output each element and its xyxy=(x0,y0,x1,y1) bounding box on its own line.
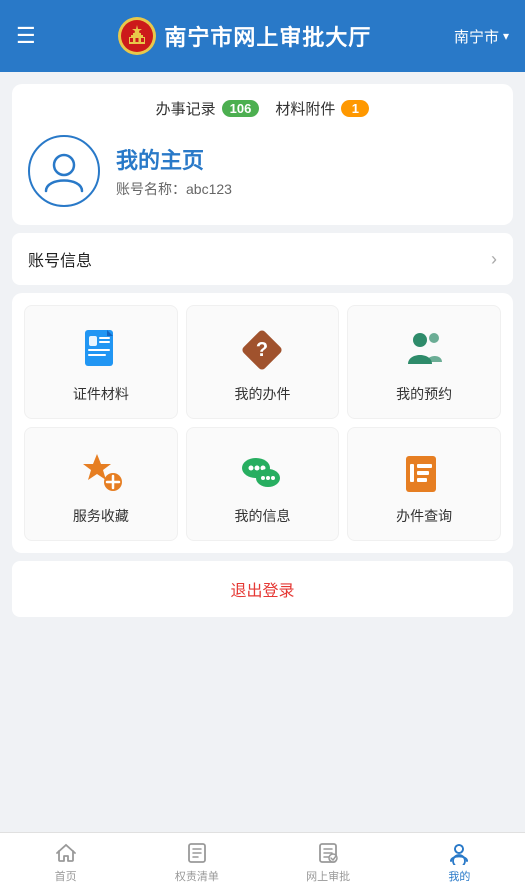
account-info-label: 账号信息 xyxy=(28,247,92,271)
favorites-icon xyxy=(75,446,127,498)
main-content: 办事记录 106 材料附件 1 我的主页 账号名称：abc123 xyxy=(0,72,525,832)
chevron-right-icon: › xyxy=(491,249,497,270)
logout-text: 退出登录 xyxy=(230,583,294,600)
national-emblem-icon xyxy=(118,17,156,55)
grid-item-favorites[interactable]: 服务收藏 xyxy=(24,427,178,541)
grid-item-myinfo[interactable]: 我的信息 xyxy=(186,427,340,541)
attachment-badge: 1 xyxy=(341,100,369,117)
query-icon xyxy=(398,446,450,498)
myinfo-icon xyxy=(236,446,288,498)
nav-label-online: 网上审批 xyxy=(306,868,350,884)
chevron-down-icon: ▾ xyxy=(503,29,509,43)
record-row: 办事记录 106 材料附件 1 xyxy=(28,98,497,119)
attachment-label: 材料附件 xyxy=(275,98,335,119)
nav-label-home: 首页 xyxy=(55,868,77,884)
grid-label-favorites: 服务收藏 xyxy=(73,506,129,526)
header-title-area: 南宁市网上审批大厅 xyxy=(118,17,371,55)
online-review-icon xyxy=(316,841,340,865)
affairs-badge: 106 xyxy=(222,100,260,117)
grid-label-myinfo: 我的信息 xyxy=(234,506,290,526)
grid-label-reservation: 我的预约 xyxy=(396,384,452,404)
reservation-icon xyxy=(398,324,450,376)
profile-text: 我的主页 账号名称：abc123 xyxy=(116,143,232,199)
grid-item-certificate[interactable]: 证件材料 xyxy=(24,305,178,419)
record-item-attachment[interactable]: 材料附件 1 xyxy=(275,98,369,119)
profile-info: 我的主页 账号名称：abc123 xyxy=(28,135,497,207)
grid-label-query: 办件查询 xyxy=(396,506,452,526)
bottom-nav: 首页 权责清单 网上审批 我的 xyxy=(0,832,525,892)
menu-icon[interactable]: ☰ xyxy=(16,23,36,49)
nav-item-duties[interactable]: 权责清单 xyxy=(131,833,262,892)
grid-card: 证件材料 ? 我的办件 xyxy=(12,293,513,553)
affairs-label: 办事记录 xyxy=(156,98,216,119)
profile-name: 我的主页 xyxy=(116,143,232,175)
logout-area[interactable]: 退出登录 xyxy=(12,561,513,617)
app-header: ☰ 南宁市网上审批大厅 南宁市 ▾ xyxy=(0,0,525,72)
home-icon xyxy=(54,841,78,865)
grid-container: 证件材料 ? 我的办件 xyxy=(24,305,501,541)
mine-icon xyxy=(447,841,471,865)
nav-label-duties: 权责清单 xyxy=(175,868,219,884)
nav-item-mine[interactable]: 我的 xyxy=(394,833,525,892)
location-text: 南宁市 xyxy=(454,26,499,47)
header-location[interactable]: 南宁市 ▾ xyxy=(454,26,509,47)
svg-text:?: ? xyxy=(256,339,268,361)
profile-account: 账号名称：abc123 xyxy=(116,179,232,199)
profile-card: 办事记录 106 材料附件 1 我的主页 账号名称：abc123 xyxy=(12,84,513,225)
grid-item-reservation[interactable]: 我的预约 xyxy=(347,305,501,419)
grid-label-certificate: 证件材料 xyxy=(73,384,129,404)
certificate-icon xyxy=(75,324,127,376)
grid-item-query[interactable]: 办件查询 xyxy=(347,427,501,541)
avatar-icon xyxy=(40,147,88,195)
header-title: 南宁市网上审批大厅 xyxy=(164,20,371,52)
duties-icon xyxy=(185,841,209,865)
grid-item-mywork[interactable]: ? 我的办件 xyxy=(186,305,340,419)
nav-label-mine: 我的 xyxy=(448,868,470,884)
nav-item-online[interactable]: 网上审批 xyxy=(263,833,394,892)
grid-label-mywork: 我的办件 xyxy=(234,384,290,404)
nav-item-home[interactable]: 首页 xyxy=(0,833,131,892)
mywork-icon: ? xyxy=(236,324,288,376)
avatar xyxy=(28,135,100,207)
record-item-affairs[interactable]: 办事记录 106 xyxy=(156,98,260,119)
account-info-row[interactable]: 账号信息 › xyxy=(12,233,513,285)
